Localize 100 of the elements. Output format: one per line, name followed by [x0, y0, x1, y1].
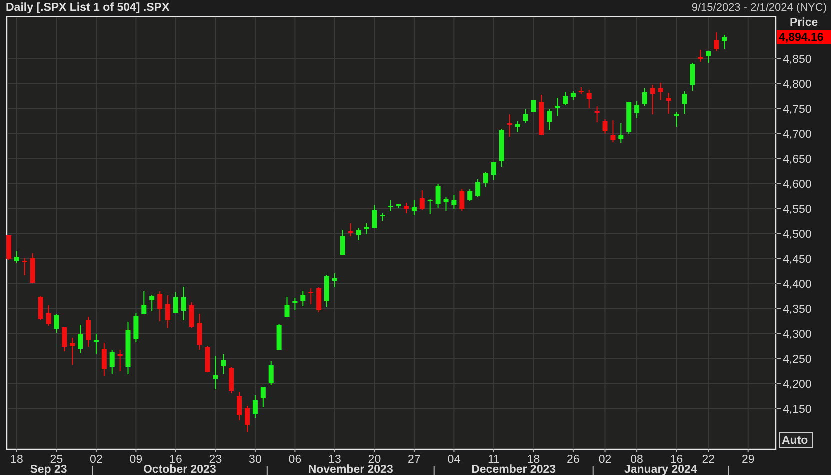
x-tick-label: 16	[670, 454, 684, 466]
candlestick	[515, 121, 520, 132]
y-tick: 4,550	[776, 204, 812, 216]
candlestick	[547, 109, 552, 130]
candlestick	[181, 286, 186, 321]
candlestick	[539, 94, 544, 136]
candlestick	[698, 50, 704, 62]
y-tick-label: 4,500	[783, 229, 812, 241]
y-tick-label: 4,250	[783, 354, 812, 366]
candlestick	[594, 106, 600, 123]
x-tick-label: 02	[90, 454, 103, 466]
candlestick	[158, 291, 163, 322]
candlestick	[300, 290, 306, 307]
candlestick	[491, 162, 496, 180]
y-tick-label: 4,400	[783, 279, 812, 291]
x-tick-label: 23	[209, 454, 222, 466]
candlestick	[610, 120, 616, 143]
candlestick	[714, 32, 720, 52]
candlestick	[324, 274, 330, 308]
candlestick	[102, 342, 107, 376]
candlestick	[284, 296, 290, 318]
y-tick: 4,850	[776, 54, 812, 66]
y-tick-label: 4,800	[783, 79, 812, 91]
candlestick	[30, 253, 36, 284]
axis-title: Price	[790, 17, 818, 29]
candlestick	[642, 88, 648, 106]
candlestick	[150, 294, 155, 312]
candlestick	[205, 346, 210, 373]
candlestick	[484, 172, 488, 188]
auto-button[interactable]: Auto	[779, 432, 813, 448]
y-tick-label: 4,300	[783, 329, 812, 341]
y-tick-label: 4,700	[783, 129, 812, 141]
y-tick-label: 4,750	[783, 104, 812, 116]
candlestick	[666, 92, 672, 114]
y-tick: 4,500	[776, 229, 812, 241]
candlestick	[14, 250, 20, 264]
x-tick-label: 11	[488, 454, 500, 466]
candlestick	[189, 302, 194, 328]
last-price-tag: 4,894.16	[777, 30, 831, 44]
candlestick	[54, 314, 60, 334]
candlestick	[118, 350, 123, 372]
candlestick	[197, 314, 202, 350]
month-label: December 2023	[472, 464, 556, 475]
candlestick	[22, 258, 28, 276]
candlestick	[420, 190, 425, 211]
candlestick	[134, 313, 139, 343]
x-tick-label: 18	[527, 454, 540, 466]
candlestick	[276, 324, 282, 350]
y-tick: 4,650	[776, 154, 812, 166]
candlestick	[46, 305, 52, 326]
candlestick	[396, 204, 402, 208]
y-tick: 4,150	[776, 404, 812, 416]
candlestick	[380, 212, 386, 222]
candlestick	[70, 338, 76, 366]
month-label: October 2023	[144, 464, 216, 475]
candlestick	[436, 184, 441, 208]
y-tick: 4,200	[776, 379, 812, 391]
chart-title: Daily [.SPX List 1 of 504] .SPX	[6, 2, 170, 14]
y-tick-label: 4,550	[783, 204, 812, 216]
candlestick	[626, 102, 632, 135]
candlestick	[62, 327, 68, 352]
x-tick-label: 08	[630, 454, 644, 466]
candlestick	[332, 273, 338, 288]
y-tick: 4,400	[776, 279, 812, 291]
candlestick	[94, 334, 99, 354]
candlestick	[578, 87, 584, 94]
candlestick	[452, 194, 457, 210]
x-tick-label: 20	[368, 454, 382, 466]
candlestick	[78, 324, 84, 354]
candlestick	[674, 112, 680, 128]
y-tick-label: 4,150	[783, 404, 812, 416]
candlestick	[268, 361, 274, 386]
x-tick-label: 29	[742, 454, 755, 466]
candlestick	[348, 223, 354, 237]
candlestick	[682, 91, 688, 114]
y-tick: 4,250	[776, 354, 812, 366]
y-tick-label: 4,600	[783, 179, 812, 191]
candlestick	[110, 350, 115, 374]
candlestick	[460, 188, 465, 212]
candlestick	[555, 98, 560, 116]
x-tick-label: 13	[328, 454, 342, 466]
x-tick-label: 06	[288, 454, 302, 466]
candlestick	[38, 296, 44, 320]
candlestick	[523, 109, 528, 124]
candlestick	[260, 386, 266, 408]
date-range: 9/15/2023 - 2/1/2024 (NYC)	[692, 2, 827, 14]
y-tick-label: 4,850	[783, 54, 812, 66]
candlestick	[173, 292, 178, 314]
candlestick	[706, 50, 712, 64]
candlestick	[412, 200, 417, 216]
candlestick	[570, 91, 576, 100]
candlestick	[292, 298, 298, 311]
candlestick	[531, 100, 536, 112]
x-tick-label: 16	[170, 454, 182, 466]
candlestick	[221, 354, 226, 374]
candlestick	[444, 196, 449, 212]
candlestick	[86, 316, 91, 348]
candlestick	[690, 62, 696, 92]
month-label: November 2023	[308, 464, 394, 475]
candlestick	[722, 34, 727, 50]
